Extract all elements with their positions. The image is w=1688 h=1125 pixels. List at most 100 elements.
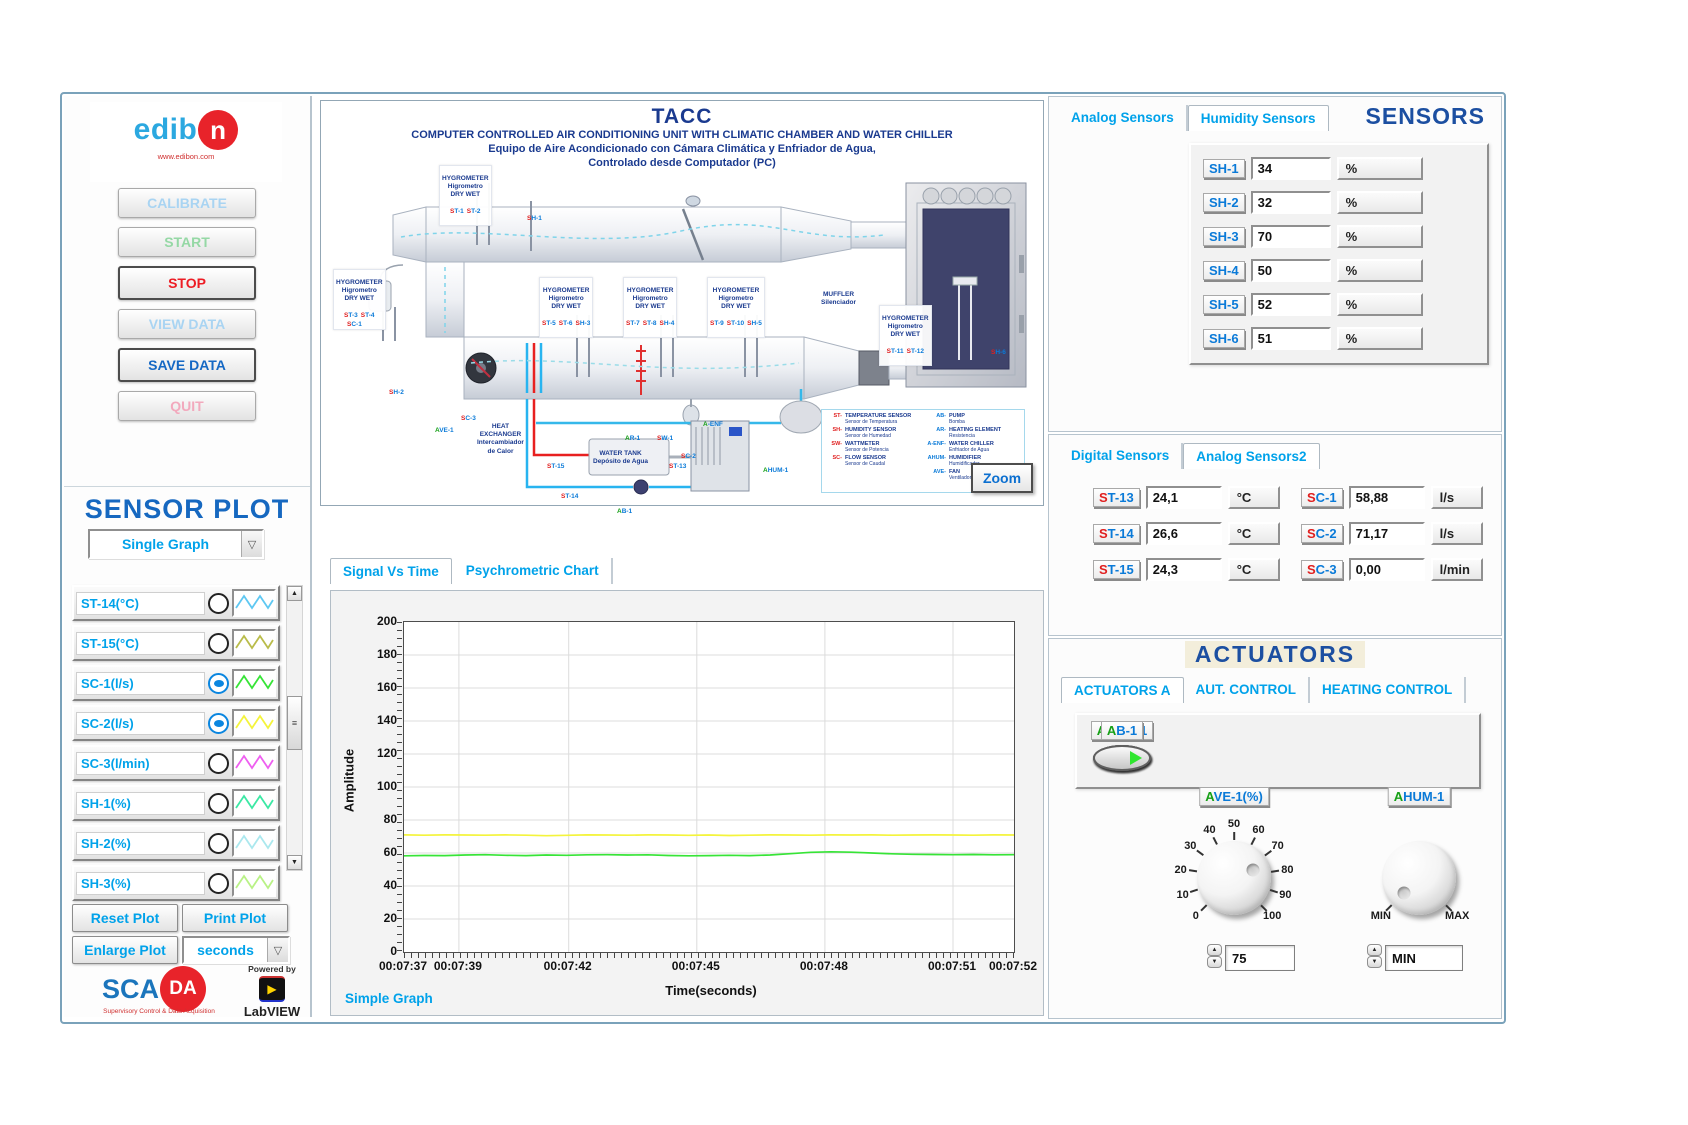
diagram-label: ST-14 [561,477,578,510]
switch-oval-button[interactable] [1093,745,1151,771]
time-unit-dropdown[interactable]: seconds ▽ [182,936,290,964]
graph-mode-dropdown[interactable]: Single Graph ▽ [88,529,264,559]
ave1-spinner[interactable]: ▲▼ [1207,944,1222,968]
sidebar-button[interactable]: CALIBRATE [118,188,256,218]
radio-dot [214,880,224,887]
ahum1-spinner[interactable]: ▲▼ [1367,944,1382,968]
flow-column: SC-1 58,88 l/s SC-2 71,17 l/s SC-3 0,00 … [1301,479,1483,587]
y-tick: 100 [359,779,397,793]
sensor-chip: ST-14 [1093,524,1140,543]
sidebar-button[interactable]: STOP [118,266,256,300]
spin-down-icon[interactable]: ▼ [1367,956,1382,968]
ahum1-knob-label: AHUM-1 [1388,787,1451,806]
sidebar-button[interactable]: VIEW DATA [118,309,256,339]
radio-dot [214,800,224,807]
waveform-icon[interactable] [232,589,276,617]
graph-mode-value: Single Graph [90,536,241,552]
digital-tabs: Digital SensorsAnalog Sensors2 [1059,443,1320,469]
sidebar-button[interactable]: QUIT [118,391,256,421]
digital-tab[interactable]: Digital Sensors [1059,443,1183,469]
sensors-tab[interactable]: Humidity Sensors [1188,105,1329,131]
sidebar-button[interactable]: START [118,227,256,257]
diagram-label-ids: AVE-1 [435,427,454,435]
diagram-label-ids: ST-13 [669,463,686,471]
waveform-icon[interactable] [232,749,276,777]
diagram-label: SC-1 [347,305,362,338]
ahum1-value[interactable]: MIN [1385,945,1463,971]
channel-radio[interactable] [208,753,229,774]
actuators-tab[interactable]: AUT. CONTROL [1184,677,1311,703]
waveform-icon[interactable] [232,629,276,657]
y-tick: 160 [359,680,397,694]
sidebar-button-label: CALIBRATE [147,195,227,211]
channel-radio[interactable] [208,713,229,734]
x-axis-label: Time(seconds) [571,983,851,998]
spin-up-icon[interactable]: ▲ [1207,944,1222,956]
scada-red-circle-icon: DA [160,966,206,1012]
waveform-icon[interactable] [232,829,276,857]
legend-row: AR- HEATING ELEMENTResistencia [926,427,1020,439]
labview-text: LabVIEW [240,1004,304,1019]
diagram-label-ids: ST-15 [547,463,564,471]
plot-tab[interactable]: Signal Vs Time [330,558,452,584]
channel-radio[interactable] [208,593,229,614]
enlarge-plot-button[interactable]: Enlarge Plot [72,936,178,964]
diagram-label-ids: ST-11ST-12 [882,348,929,356]
knob-indicator [1247,863,1260,876]
waveform-icon[interactable] [232,669,276,697]
actuators-title: ACTUATORS [1185,641,1365,668]
sidebar-button[interactable]: SAVE DATA [118,348,256,382]
x-tick: 00:07:45 [672,959,720,973]
channel-radio[interactable] [208,833,229,854]
waveform-icon[interactable] [232,709,276,737]
spin-up-icon[interactable]: ▲ [1367,944,1382,956]
sensor-unit: °C [1228,486,1280,509]
ave1-value[interactable]: 75 [1225,945,1295,971]
knob-tick-label: 10 [1177,889,1189,901]
print-plot-button[interactable]: Print Plot [182,904,288,932]
channel-scrollbar[interactable]: ▲ ≡ ▼ [286,585,303,871]
channel-radio[interactable] [208,633,229,654]
channel-radio[interactable] [208,673,229,694]
plot-area [403,621,1015,953]
actuators-tab[interactable]: HEATING CONTROL [1310,677,1466,703]
reset-plot-button[interactable]: Reset Plot [72,904,178,932]
sensor-row: SC-1 58,88 l/s [1301,479,1483,515]
switch-group: AR-1 A-ENF AHUM-1 AB-1 [1075,713,1481,789]
channel-row: ST-15(°C) [72,625,280,661]
zoom-button[interactable]: Zoom [971,463,1033,493]
scada-logo: SCADA Supervisory Control & Data Acquisi… [64,962,310,1014]
waveform-icon[interactable] [232,789,276,817]
chevron-down-icon[interactable]: ▽ [267,938,288,962]
knob-tick-mark [1212,837,1217,845]
ave1-knob-dial[interactable] [1197,841,1271,915]
sensor-value: 52 [1251,293,1331,316]
sensors-tab[interactable]: Analog Sensors [1059,105,1188,131]
waveform-icon[interactable] [232,869,276,897]
digital-tab[interactable]: Analog Sensors2 [1183,443,1319,469]
sensor-row: SH-4 50 % [1203,253,1487,287]
plot-tab[interactable]: Psychrometric Chart [454,558,613,584]
switch-arrow-icon [1130,751,1142,765]
knob-tick-mark [1188,870,1196,873]
actuators-tab[interactable]: ACTUATORS A [1061,677,1184,703]
x-tick: 00:07:37 [379,959,427,973]
diagram-label-text: HYGROMETER Higrometro DRY WET [542,287,590,311]
channel-radio[interactable] [208,793,229,814]
legend-row: ST- TEMPERATURE SENSORSensor de Temperat… [826,413,920,425]
sensor-unit: l/min [1431,558,1483,581]
sensors-title: SENSORS [1366,103,1485,130]
scroll-up-icon[interactable]: ▲ [287,586,302,601]
diagram-label: AB-1 [617,492,632,525]
scroll-thumb[interactable]: ≡ [287,696,302,750]
ahum1-knob-dial[interactable] [1382,841,1456,915]
scroll-down-icon[interactable]: ▼ [287,855,302,870]
sensor-unit: % [1337,293,1423,316]
diagram-label: HYGROMETER Higrometro DRY WET ST-7ST-8SH… [623,277,677,338]
channel-radio[interactable] [208,873,229,894]
actuators-panel: ACTUATORS ACTUATORS AAUT. CONTROLHEATING… [1048,638,1502,1019]
knob-tick-label: 20 [1175,864,1187,876]
chevron-down-icon[interactable]: ▽ [241,531,262,557]
y-minor-ticks [397,622,402,952]
spin-down-icon[interactable]: ▼ [1207,956,1222,968]
